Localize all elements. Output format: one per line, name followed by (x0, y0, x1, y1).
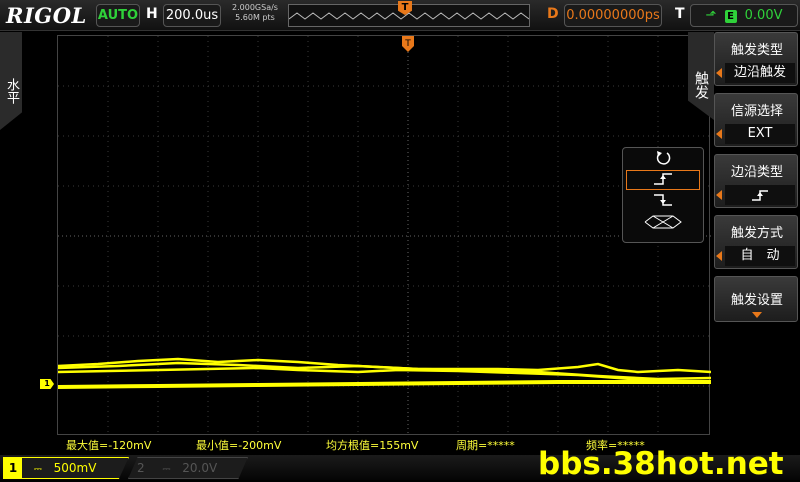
status-bar: RIGOL AUTO H 200.0us 2.000GSa/s 5.60M pt… (0, 0, 800, 31)
menu-edge-type[interactable]: 边沿类型 (714, 154, 798, 208)
alternating-edge-icon[interactable] (626, 214, 700, 234)
trigger-level-box[interactable]: ⬏ E 0.00V (690, 4, 798, 27)
svg-text:T: T (404, 39, 411, 49)
ch1-offset-marker[interactable]: 1 (40, 379, 54, 389)
ch1-waveform (58, 357, 711, 389)
ch1-status[interactable]: 1 ⎓ 500mV (3, 457, 129, 479)
trigger-label: T (675, 6, 685, 22)
horizontal-label: H (146, 6, 158, 22)
delay-value[interactable]: 0.00000000ps (564, 4, 662, 27)
menu-item-value: EXT (716, 124, 795, 144)
memory-depth: 5.60M pts (235, 13, 275, 22)
menu-item-value: 边沿触发 (716, 63, 795, 83)
menu-trigger-type[interactable]: 触发类型 边沿触发 (714, 32, 798, 86)
ext-source-icon: E (724, 10, 737, 23)
rising-edge-icon (716, 185, 795, 205)
menu-item-title: 触发方式 (730, 226, 783, 241)
rigol-logo: RIGOL (6, 3, 87, 28)
menu-item-title: 触发设置 (730, 293, 783, 308)
ch2-number: 2 (137, 461, 145, 475)
menu-item-title: 边沿类型 (730, 165, 783, 180)
dc-coupling-icon: ⎓ (162, 464, 171, 475)
ch2-status[interactable]: 2 ⎓ 20.0V (128, 457, 248, 479)
measurement-period: 周期=***** (456, 439, 515, 452)
dc-coupling-icon: ⎓ (33, 464, 42, 475)
rising-edge-icon[interactable] (626, 170, 700, 190)
menu-item-title: 触发类型 (730, 43, 783, 58)
rising-edge-icon: ⬏ (705, 8, 717, 23)
edge-type-popup (622, 147, 704, 243)
falling-edge-icon[interactable] (626, 192, 700, 212)
measurement-max: 最大值=-120mV (66, 439, 152, 452)
chevron-down-icon (752, 312, 762, 318)
ch2-scale: 20.0V (182, 461, 218, 475)
waveform-display: T (57, 35, 711, 436)
menu-trigger-setup[interactable]: 触发设置 (714, 276, 798, 322)
run-status-badge[interactable]: AUTO (96, 4, 140, 27)
ch1-number: 1 (4, 458, 22, 478)
either-edge-icon[interactable] (626, 149, 700, 169)
acquisition-info: 2.000GSa/s 5.60M pts (226, 3, 284, 23)
trigger-point-marker: T (402, 36, 414, 54)
trigger-level-value: 0.00V (744, 8, 783, 23)
measurement-rms: 均方根值=155mV (326, 439, 419, 452)
waveform-grid (58, 36, 711, 436)
menu-source-select[interactable]: 信源选择 EXT (714, 93, 798, 147)
menu-item-title: 信源选择 (730, 104, 783, 119)
timebase-value[interactable]: 200.0us (163, 4, 221, 27)
menu-trigger-mode[interactable]: 触发方式 自 动 (714, 215, 798, 269)
menu-item-value: 自 动 (716, 246, 795, 266)
horizontal-menu-tab[interactable]: 水平 (0, 32, 22, 130)
trigger-menu: 触发类型 边沿触发 信源选择 EXT 边沿类型 触发方式 自 动 触发设置 (714, 32, 798, 322)
sample-rate: 2.000GSa/s (232, 3, 278, 12)
ch1-scale: 500mV (53, 461, 97, 475)
watermark-text: bbs.38hot.net (538, 446, 784, 482)
delay-label: D (547, 6, 559, 22)
measurement-min: 最小值=-200mV (196, 439, 282, 452)
